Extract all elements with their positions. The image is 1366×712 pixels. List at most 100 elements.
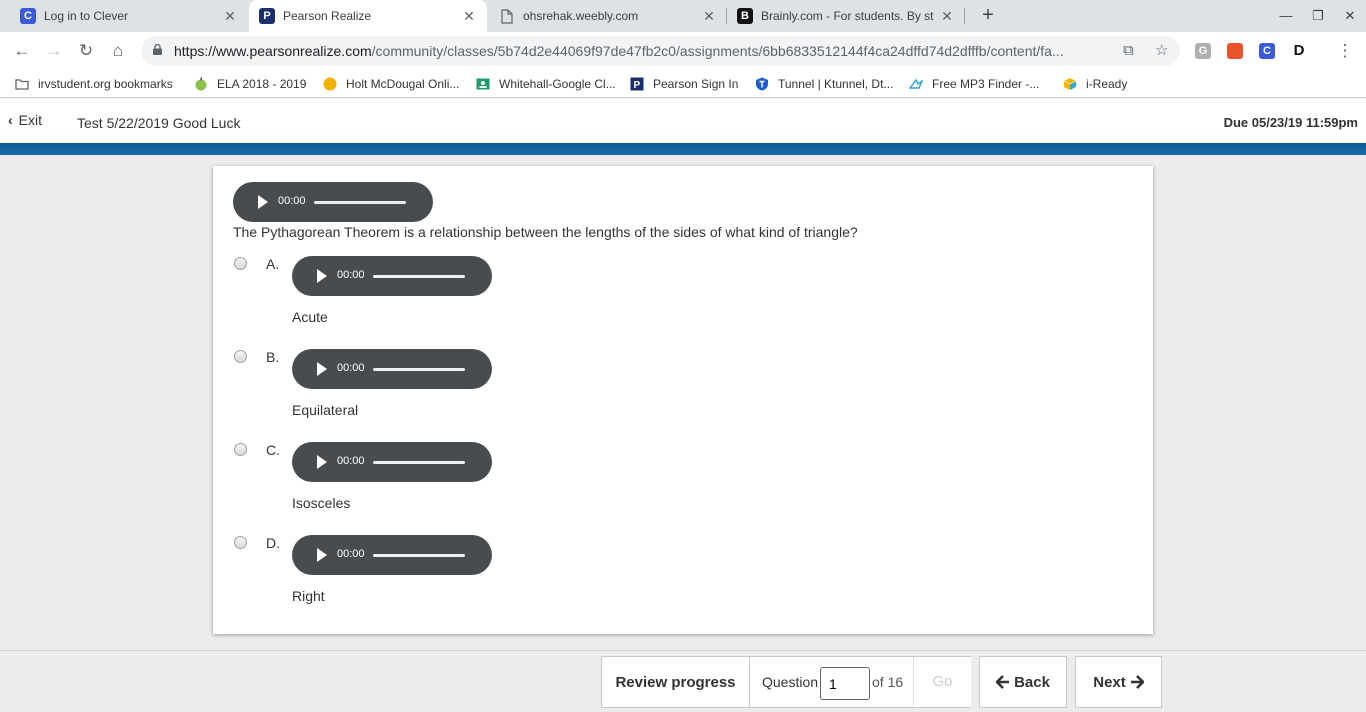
pearson-icon: P <box>259 8 275 24</box>
new-tab-icon[interactable]: + <box>977 4 999 26</box>
bookmark-label: ELA 2018 - 2019 <box>217 77 307 91</box>
extension-d-icon[interactable]: D <box>1291 43 1307 59</box>
question-text: The Pythagorean Theorem is a relationshi… <box>233 224 858 240</box>
url-host: https://www.pearsonrealize.com <box>174 43 372 59</box>
reload-icon[interactable]: ↻ <box>74 40 98 62</box>
restore-icon[interactable]: ❐ <box>1302 0 1334 32</box>
bookmark-holt[interactable]: Holt McDougal Onli... <box>323 70 459 98</box>
back-label: Back <box>1014 673 1050 691</box>
star-icon[interactable]: ☆ <box>1155 36 1168 66</box>
option-c-audio-player[interactable]: 00:00 <box>292 442 492 482</box>
cube-icon <box>1063 78 1077 90</box>
back-button[interactable]: Back <box>979 656 1067 708</box>
option-c-letter: C. <box>266 442 280 458</box>
audio-time: 00:00 <box>278 195 306 207</box>
arrow-right-icon <box>1130 675 1144 689</box>
brainly-icon: B <box>737 8 753 24</box>
extension-clever-icon[interactable]: C <box>1259 43 1275 59</box>
bookmark-irvstudent[interactable]: irvstudent.org bookmarks <box>15 70 173 98</box>
bookmark-ela[interactable]: ELA 2018 - 2019 <box>194 70 306 98</box>
extension-g-icon[interactable]: G <box>1195 43 1211 59</box>
circle-icon <box>323 77 337 91</box>
url-text: https://www.pearsonrealize.com/community… <box>174 36 1114 66</box>
bookmark-mp3-finder[interactable]: Free MP3 Finder -... <box>909 70 1039 98</box>
home-icon[interactable]: ⌂ <box>106 40 130 62</box>
option-b-text[interactable]: Equilateral <box>292 402 358 418</box>
audio-time: 00:00 <box>337 455 365 467</box>
question-audio-player[interactable]: 00:00 <box>233 182 433 222</box>
go-button[interactable]: Go <box>913 657 971 707</box>
arrow-left-icon <box>996 675 1010 689</box>
question-label: Question <box>762 674 819 690</box>
play-icon[interactable] <box>317 548 327 562</box>
option-d-radio[interactable] <box>234 536 247 549</box>
assessment-header: ‹ Exit Test 5/22/2019 Good Luck Due 05/23… <box>0 99 1366 143</box>
close-icon[interactable]: ✕ <box>701 8 717 25</box>
next-button[interactable]: Next <box>1075 656 1162 708</box>
bookmark-label: Whitehall-Google Cl... <box>499 77 616 91</box>
address-bar[interactable]: https://www.pearsonrealize.com/community… <box>141 36 1180 66</box>
play-icon[interactable] <box>317 269 327 283</box>
audio-seek-bar[interactable] <box>373 368 465 371</box>
play-icon[interactable] <box>258 195 268 209</box>
minimize-icon[interactable]: — <box>1270 0 1302 32</box>
lock-icon <box>153 44 162 55</box>
question-navigation: Review progress Question of 16 Go Back N… <box>0 650 1366 712</box>
window-close-icon[interactable]: ✕ <box>1334 0 1366 32</box>
exit-button[interactable]: ‹ Exit <box>8 112 42 128</box>
option-b-audio-player[interactable]: 00:00 <box>292 349 492 389</box>
bookmark-iready[interactable]: i-Ready <box>1063 70 1127 98</box>
option-c-radio[interactable] <box>234 443 247 456</box>
question-jump: Question of 16 Go <box>750 656 971 708</box>
browser-tab-strip: C Log in to Clever ✕ P Pearson Realize ✕… <box>0 0 1366 32</box>
audio-seek-bar[interactable] <box>373 461 465 464</box>
tab-title: Brainly.com - For students. By st <box>761 9 934 23</box>
option-b-radio[interactable] <box>234 350 247 363</box>
folder-icon <box>15 79 29 90</box>
audio-seek-bar[interactable] <box>373 275 465 278</box>
url-path: /community/classes/5b74d2e44069f97de47fb… <box>371 43 1064 59</box>
option-a-text[interactable]: Acute <box>292 309 328 325</box>
tab-weebly[interactable]: ohsrehak.weebly.com ✕ <box>487 0 727 32</box>
menu-icon[interactable]: ⋮ <box>1333 40 1357 62</box>
play-icon[interactable] <box>317 362 327 376</box>
bookmark-label: Free MP3 Finder -... <box>932 77 1040 91</box>
back-arrow-icon[interactable]: ← <box>10 40 34 62</box>
browser-toolbar: ← → ↻ ⌂ https://www.pearsonrealize.com/c… <box>0 32 1366 70</box>
clever-icon: C <box>20 8 36 24</box>
close-icon[interactable]: ✕ <box>461 8 477 25</box>
question-number-input[interactable] <box>820 667 870 700</box>
due-date: Due 05/23/19 11:59pm <box>1223 115 1358 130</box>
option-c-text[interactable]: Isosceles <box>292 495 350 511</box>
tab-title: ohsrehak.weebly.com <box>523 9 639 23</box>
bookmark-whitehall[interactable]: Whitehall-Google Cl... <box>476 70 616 98</box>
close-icon[interactable]: ✕ <box>222 8 238 25</box>
question-total: of 16 <box>872 674 904 690</box>
audio-seek-bar[interactable] <box>314 201 406 204</box>
option-d-audio-player[interactable]: 00:00 <box>292 535 492 575</box>
bookmark-pearson-sign-in[interactable]: P Pearson Sign In <box>630 70 738 98</box>
tab-pearson-realize[interactable]: P Pearson Realize ✕ <box>249 0 487 32</box>
translate-icon[interactable]: ⧉ <box>1123 36 1134 66</box>
forward-arrow-icon[interactable]: → <box>42 40 66 62</box>
bookmark-label: i-Ready <box>1086 77 1128 91</box>
pearson-icon: P <box>630 77 644 91</box>
extension-bookmark-icon[interactable] <box>1227 43 1243 59</box>
option-d-letter: D. <box>266 535 280 551</box>
play-icon[interactable] <box>317 455 327 469</box>
option-d-text[interactable]: Right <box>292 588 325 604</box>
exit-label: Exit <box>18 112 43 128</box>
option-a-audio-player[interactable]: 00:00 <box>292 256 492 296</box>
question-card: 00:00 The Pythagorean Theorem is a relat… <box>213 166 1153 634</box>
bookmark-tunnel[interactable]: Tunnel | Ktunnel, Dt... <box>755 70 893 98</box>
close-icon[interactable]: ✕ <box>939 8 955 25</box>
tab-clever[interactable]: C Log in to Clever ✕ <box>0 0 248 32</box>
audio-seek-bar[interactable] <box>373 554 465 557</box>
svg-text:P: P <box>634 80 641 91</box>
tab-brainly[interactable]: B Brainly.com - For students. By st ✕ <box>727 0 965 32</box>
audio-time: 00:00 <box>337 362 365 374</box>
bird-icon <box>909 78 923 89</box>
option-a-radio[interactable] <box>234 257 247 270</box>
review-progress-button[interactable]: Review progress <box>601 656 750 708</box>
bookmark-label: Pearson Sign In <box>653 77 739 91</box>
